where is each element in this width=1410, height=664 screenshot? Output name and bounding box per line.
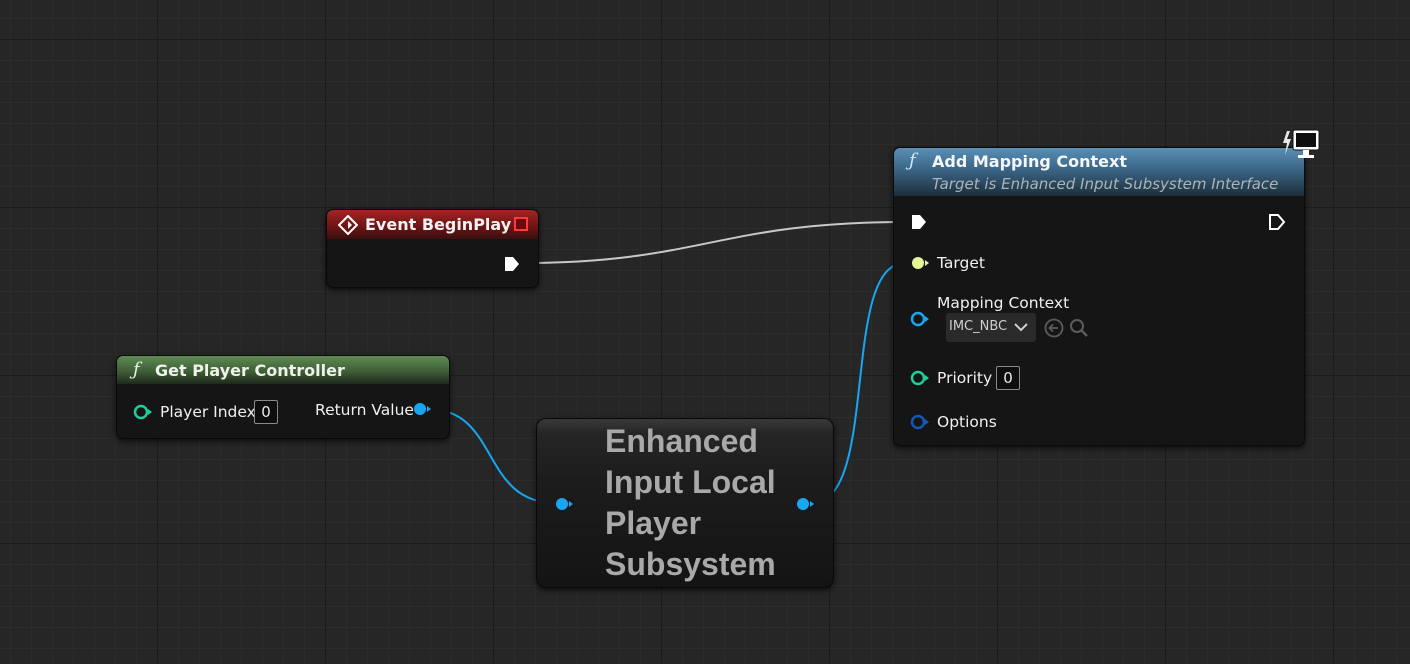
priority-pin[interactable] [910, 370, 930, 386]
exec-input-pin[interactable] [910, 213, 928, 231]
mapping-context-value: IMC_NBC [949, 319, 1008, 334]
get-player-controller-node[interactable]: ƒ Get Player Controller Player Index 0 R… [116, 355, 450, 439]
options-pin[interactable] [910, 414, 930, 430]
search-icon[interactable] [1069, 318, 1089, 338]
event-beginplay-node[interactable]: Event BeginPlay [326, 209, 539, 288]
add-mapping-context-subtitle: Target is Enhanced Input Subsystem Inter… [932, 175, 1279, 193]
event-diamond-icon [338, 215, 358, 235]
subsystem-title: Enhanced Input Local Player Subsystem [605, 421, 776, 585]
return-value-label: Return Value [315, 401, 414, 419]
player-index-input[interactable]: 0 [254, 400, 278, 424]
subsystem-input-pin[interactable] [554, 496, 574, 512]
subsystem-title-line-1: Enhanced [605, 423, 758, 459]
event-beginplay-header[interactable]: Event BeginPlay [327, 210, 538, 239]
add-mapping-context-title: Add Mapping Context [932, 152, 1127, 171]
return-value-pin[interactable] [412, 401, 432, 417]
delegate-square-icon[interactable] [514, 217, 528, 231]
priority-input[interactable]: 0 [996, 366, 1020, 390]
function-icon: ƒ [909, 150, 916, 171]
player-index-label: Player Index [160, 403, 256, 421]
mapping-context-label: Mapping Context [937, 294, 1070, 312]
lightning-monitor-icon [1283, 129, 1320, 158]
add-mapping-context-node[interactable]: ƒ Add Mapping Context Target is Enhanced… [893, 147, 1305, 446]
subsystem-title-line-4: Subsystem [605, 546, 776, 582]
add-mapping-context-header[interactable]: ƒ Add Mapping Context Target is Enhanced… [894, 148, 1304, 196]
target-pin[interactable] [910, 255, 930, 271]
chevron-down-icon [1014, 323, 1028, 332]
enhanced-input-subsystem-node[interactable]: Enhanced Input Local Player Subsystem [536, 418, 834, 588]
browse-arrow-icon[interactable] [1044, 318, 1064, 338]
subsystem-output-pin[interactable] [795, 496, 815, 512]
priority-label: Priority [937, 369, 993, 387]
event-beginplay-title: Event BeginPlay [365, 215, 512, 234]
exec-wire [521, 221, 906, 264]
target-label: Target [937, 254, 985, 272]
mapping-context-dropdown[interactable]: IMC_NBC [946, 313, 1036, 342]
player-index-pin[interactable] [133, 404, 153, 420]
subsystem-title-line-2: Input Local [605, 464, 776, 500]
function-icon: ƒ [133, 359, 140, 380]
get-player-controller-title: Get Player Controller [155, 361, 345, 380]
mapping-context-pin[interactable] [910, 311, 930, 327]
exec-output-pin[interactable] [1268, 213, 1286, 231]
subsystem-title-line-3: Player [605, 505, 702, 541]
options-label: Options [937, 413, 997, 431]
get-player-controller-header[interactable]: ƒ Get Player Controller [117, 356, 449, 384]
exec-output-pin[interactable] [503, 255, 521, 273]
